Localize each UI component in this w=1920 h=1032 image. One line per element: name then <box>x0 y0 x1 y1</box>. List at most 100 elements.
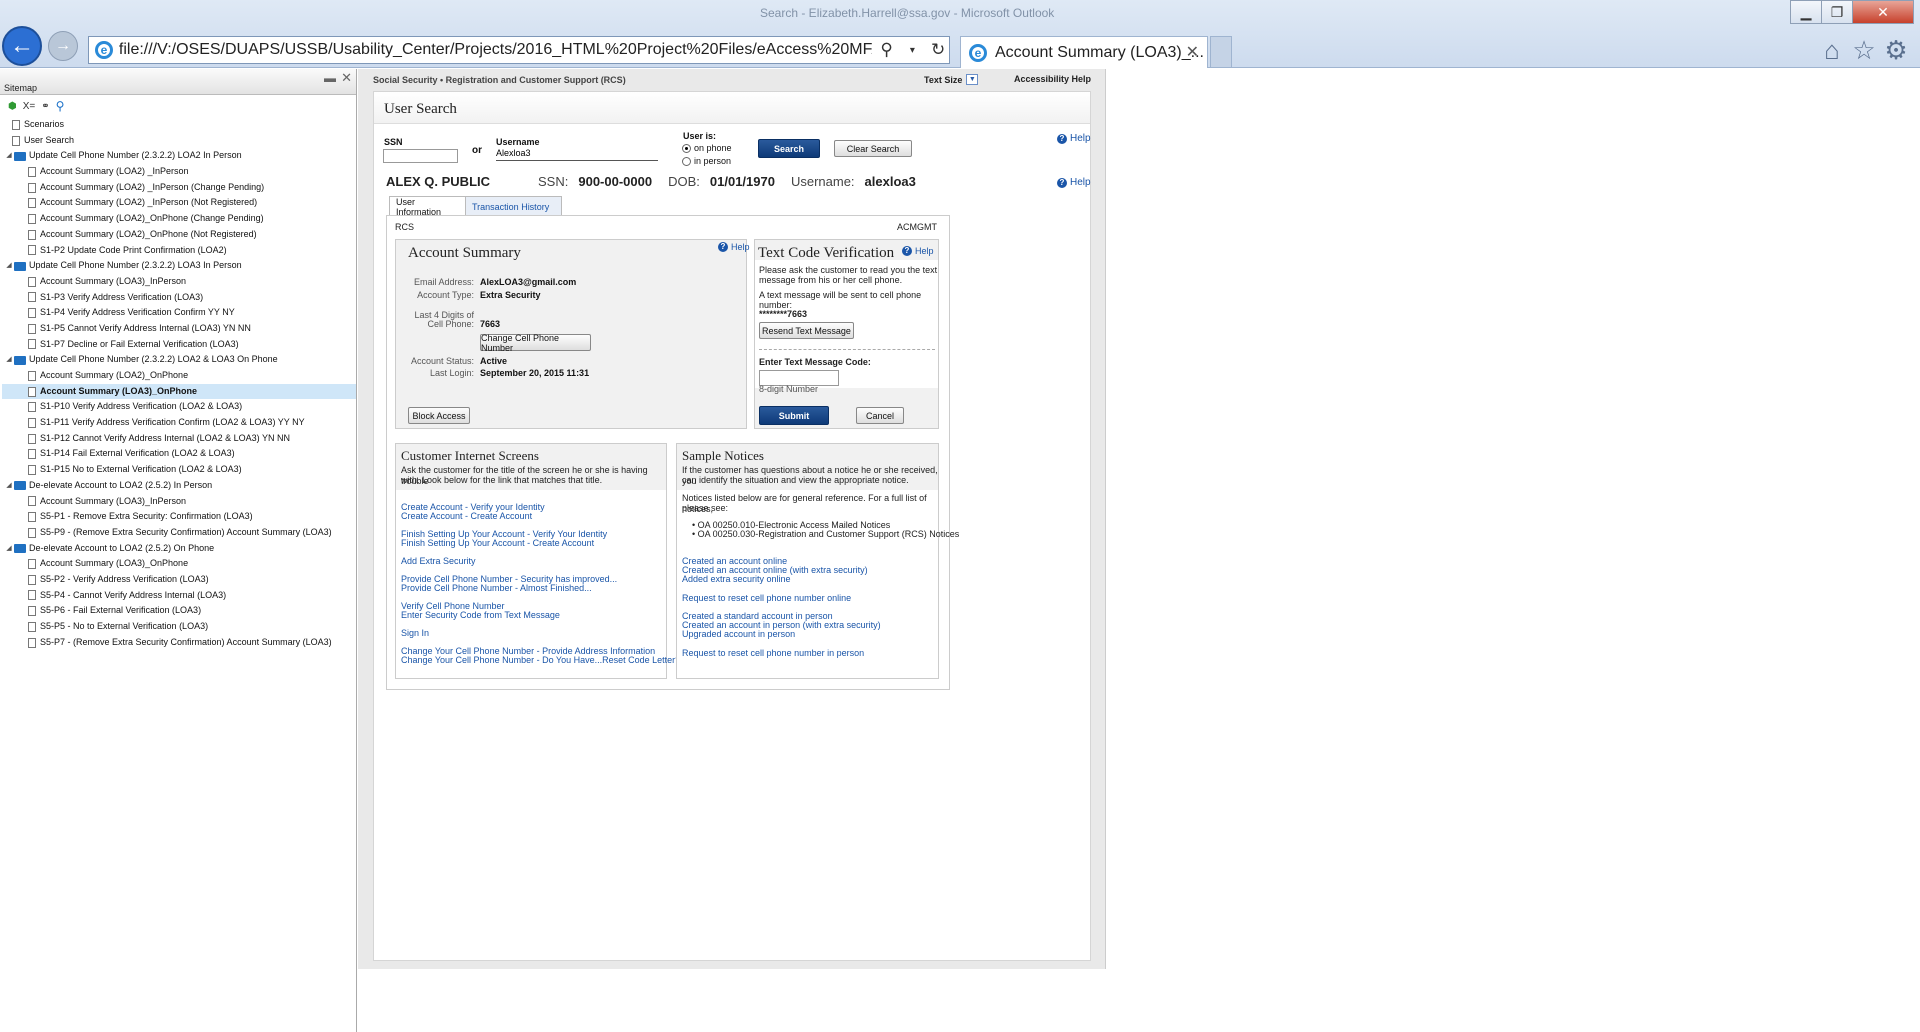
username-input[interactable]: Alexloa3 <box>496 147 658 161</box>
customer-screen-link[interactable]: Enter Security Code from Text Message <box>401 610 560 620</box>
sample-notice-link[interactable]: Request to reset cell phone number onlin… <box>682 593 851 603</box>
tab-user-information[interactable]: User Information <box>389 196 469 217</box>
sitemap-page[interactable]: S1-P12 Cannot Verify Address Internal (L… <box>2 431 356 447</box>
sitemap-page[interactable]: Account Summary (LOA2) _InPerson <box>2 164 356 180</box>
expand-toggle-icon[interactable]: ◢ <box>4 541 14 557</box>
text-code-help-link[interactable]: ? Help <box>902 246 934 256</box>
address-text[interactable]: file:///V:/OSES/DUAPS/USSB/Usability_Cen… <box>119 41 872 59</box>
sitemap-page[interactable]: S1-P3 Verify Address Verification (LOA3) <box>2 290 356 306</box>
close-window-button[interactable]: ✕ <box>1852 0 1914 24</box>
sitemap-page[interactable]: S5-P2 - Verify Address Verification (LOA… <box>2 572 356 588</box>
sitemap-title[interactable]: Sitemap <box>4 83 37 93</box>
sitemap-page[interactable]: S1-P15 No to External Verification (LOA2… <box>2 462 356 478</box>
ie-icon: e <box>95 41 113 59</box>
text-size-control[interactable]: Text Size ▼ <box>924 74 979 85</box>
forward-button[interactable]: → <box>48 31 78 61</box>
block-access-button[interactable]: Block Access <box>408 407 470 424</box>
sitemap-page[interactable]: User Search <box>2 133 356 149</box>
sitemap-folder[interactable]: ◢ Update Cell Phone Number (2.3.2.2) LOA2… <box>2 352 356 368</box>
resend-text-message-button[interactable]: Resend Text Message <box>759 322 854 339</box>
customer-screen-link[interactable]: Change Your Cell Phone Number - Do You H… <box>401 655 680 665</box>
dropdown-icon[interactable]: ▾ <box>901 39 923 61</box>
account-summary-help-link[interactable]: ? Help <box>718 242 750 252</box>
gear-icon[interactable]: ⚙ <box>1882 35 1910 65</box>
tab-transaction-history[interactable]: Transaction History <box>465 196 562 216</box>
new-tab-button[interactable] <box>1210 36 1232 68</box>
expand-toggle-icon[interactable]: ◢ <box>4 352 14 368</box>
sitemap-page[interactable]: Account Summary (LOA2) _InPerson (Change… <box>2 180 356 196</box>
minimize-button[interactable]: ▁ <box>1790 0 1822 24</box>
search-button[interactable]: Search <box>758 139 820 158</box>
account-summary-title: Account Summary <box>408 245 521 261</box>
collapse-all-icon[interactable]: X= <box>23 101 36 112</box>
maximize-button[interactable]: ❐ <box>1821 0 1853 24</box>
account-type-value: Extra Security <box>480 290 541 300</box>
sitemap-page[interactable]: S5-P6 - Fail External Verification (LOA3… <box>2 603 356 619</box>
sample-notice-link[interactable]: Upgraded account in person <box>682 629 795 639</box>
sitemap-folder[interactable]: ◢ De-elevate Account to LOA2 (2.5.2) On P… <box>2 541 356 557</box>
cancel-button[interactable]: Cancel <box>856 407 904 424</box>
sitemap-page[interactable]: S1-P10 Verify Address Verification (LOA2… <box>2 399 356 415</box>
home-icon[interactable]: ⌂ <box>1818 35 1846 65</box>
customer-screen-link[interactable]: Sign In <box>401 628 429 638</box>
sitemap-page[interactable]: Account Summary (LOA2)_OnPhone (Not Regi… <box>2 227 356 243</box>
browser-tab-active[interactable]: e Account Summary (LOA3)_... ✕ <box>960 36 1208 68</box>
sitemap-folder[interactable]: ◢ Update Cell Phone Number (2.3.2.2) LOA3… <box>2 258 356 274</box>
sitemap-page[interactable]: S1-P4 Verify Address Verification Confir… <box>2 305 356 321</box>
submit-button[interactable]: Submit <box>759 406 829 425</box>
sitemap-folder[interactable]: ◢ De-elevate Account to LOA2 (2.5.2) In P… <box>2 478 356 494</box>
customer-screen-link[interactable]: Add Extra Security <box>401 556 476 566</box>
sample-notice-link[interactable]: Request to reset cell phone number in pe… <box>682 648 864 658</box>
address-bar[interactable]: e file:///V:/OSES/DUAPS/USSB/Usability_C… <box>88 36 950 64</box>
sitemap-page[interactable]: Account Summary (LOA2)_OnPhone <box>2 368 356 384</box>
expand-toggle-icon[interactable]: ◢ <box>4 258 14 274</box>
customer-screen-link[interactable]: Finish Setting Up Your Account - Create … <box>401 538 594 548</box>
refresh-icon[interactable]: ↻ <box>927 39 949 61</box>
sitemap-page[interactable]: Account Summary (LOA2) _InPerson (Not Re… <box>2 195 356 211</box>
sitemap-page[interactable]: Account Summary (LOA3)_OnPhone <box>2 556 356 572</box>
expand-toggle-icon[interactable]: ◢ <box>4 478 14 494</box>
close-tab-icon[interactable]: ✕ <box>1186 42 1199 62</box>
notice-bullet[interactable]: • OA 00250.030-Registration and Customer… <box>692 529 959 539</box>
sitemap-page[interactable]: S5-P4 - Cannot Verify Address Internal (… <box>2 588 356 604</box>
close-pane-icon[interactable]: ✕ <box>341 70 352 86</box>
in-person-radio[interactable]: in person <box>682 156 731 166</box>
user-name: ALEX Q. PUBLIC <box>386 174 491 189</box>
sitemap-item-label: Account Summary (LOA3)_InPerson <box>40 275 187 286</box>
customer-screen-link[interactable]: Create Account - Create Account <box>401 511 532 521</box>
sitemap-page[interactable]: S1-P2 Update Code Print Confirmation (LO… <box>2 243 356 259</box>
search-icon[interactable]: ⚲ <box>876 39 898 61</box>
sample-notice-link[interactable]: Added extra security online <box>682 574 791 584</box>
expand-toggle-icon[interactable]: ◢ <box>4 148 14 164</box>
favorites-star-icon[interactable]: ☆ <box>1850 35 1878 65</box>
search-icon[interactable]: ⚲ <box>56 99 65 113</box>
add-page-icon[interactable]: ⬢ <box>8 101 17 112</box>
sample-notices-intro-2: can identify the situation and view the … <box>682 475 909 485</box>
sitemap-page[interactable]: S5-P5 - No to External Verification (LOA… <box>2 619 356 635</box>
sitemap-page[interactable]: S1-P14 Fail External Verification (LOA2 … <box>2 446 356 462</box>
sitemap-page[interactable]: Account Summary (LOA3)_OnPhone <box>2 383 356 400</box>
sitemap-page[interactable]: Scenarios <box>2 117 356 133</box>
user-help-link[interactable]: ? Help <box>1057 177 1091 188</box>
sitemap-page[interactable]: Account Summary (LOA3)_InPerson <box>2 274 356 290</box>
back-button[interactable]: ← <box>2 26 42 66</box>
sitemap-page[interactable]: S1-P11 Verify Address Verification Confi… <box>2 415 356 431</box>
clear-search-button[interactable]: Clear Search <box>834 140 912 157</box>
change-cell-phone-button[interactable]: Change Cell Phone Number <box>480 333 591 353</box>
accessibility-help-link[interactable]: Accessibility Help <box>1014 74 1091 84</box>
sitemap-folder[interactable]: ◢ Update Cell Phone Number (2.3.2.2) LOA2… <box>2 148 356 164</box>
customer-screen-link[interactable]: Provide Cell Phone Number - Almost Finis… <box>401 583 592 593</box>
sitemap-page[interactable]: S5-P9 - (Remove Extra Security Confirmat… <box>2 525 356 541</box>
minimize-pane-icon[interactable]: ▬ <box>324 71 336 85</box>
search-help-link[interactable]: ? Help <box>1057 133 1091 144</box>
chevron-down-icon[interactable]: ▼ <box>966 74 979 85</box>
link-icon[interactable]: ⚭ <box>41 101 49 112</box>
sitemap-page[interactable]: S5-P7 - (Remove Extra Security Confirmat… <box>2 635 356 651</box>
ssn-input[interactable] <box>383 149 458 163</box>
sitemap-page[interactable]: S5-P1 - Remove Extra Security: Confirmat… <box>2 509 356 525</box>
on-phone-radio[interactable]: on phone <box>682 143 732 153</box>
sitemap-page[interactable]: Account Summary (LOA2)_OnPhone (Change P… <box>2 211 356 227</box>
sitemap-page[interactable]: S1-P5 Cannot Verify Address Internal (LO… <box>2 321 356 337</box>
sitemap-page[interactable]: Account Summary (LOA3)_InPerson <box>2 494 356 510</box>
sitemap-page[interactable]: S1-P7 Decline or Fail External Verificat… <box>2 337 356 353</box>
